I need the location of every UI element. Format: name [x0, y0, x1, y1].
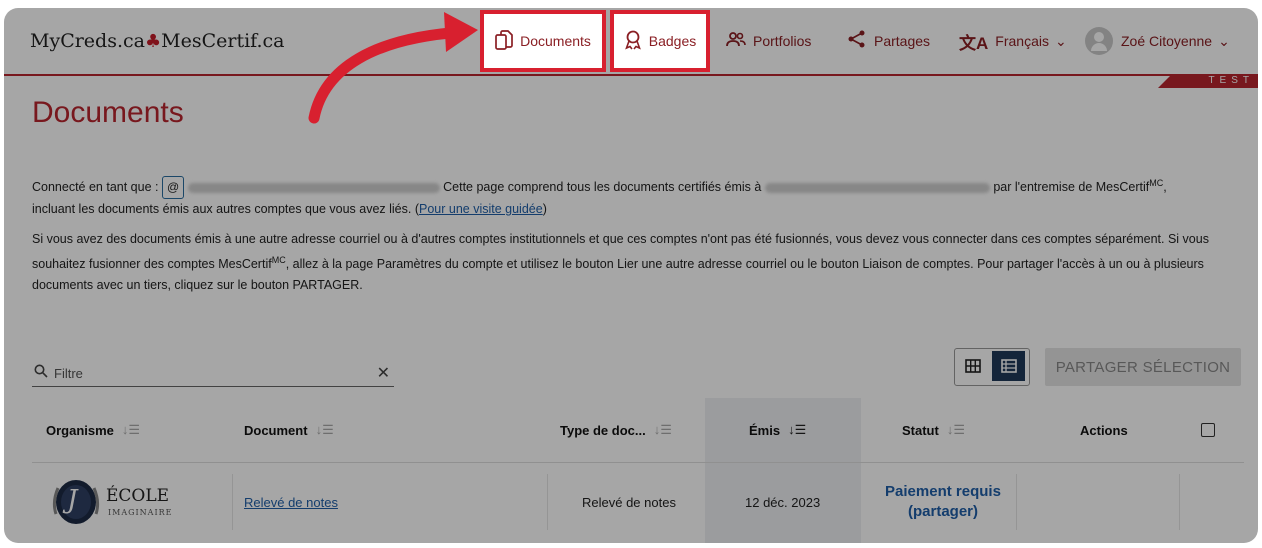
nav-documents-label: Documents: [520, 33, 591, 49]
intro-text: Cette page comprend tous les documents c…: [443, 180, 762, 195]
nav-badges[interactable]: Badges: [610, 10, 710, 72]
user-name: Zoé Citoyenne: [1121, 33, 1213, 49]
clear-filter-icon[interactable]: ✕: [377, 363, 390, 383]
guided-tour-link[interactable]: Pour une visite guidée: [419, 202, 543, 216]
status-badge[interactable]: Paiement requis (partager): [885, 482, 1001, 522]
column-divider: [547, 474, 548, 530]
nav-partages-label: Partages: [874, 33, 931, 49]
language-selector[interactable]: 文A Français ⌄: [959, 8, 1067, 74]
sort-icon: ↓☰: [653, 422, 672, 437]
column-divider: [1016, 474, 1017, 530]
chevron-down-icon: ⌄: [1054, 32, 1067, 49]
badge-icon: [624, 30, 642, 53]
header-emis-label: Émis: [749, 422, 781, 438]
view-toggle: [954, 348, 1030, 386]
site-logo[interactable]: MyCreds.ca♣MesCertif.ca: [30, 30, 285, 52]
header-type[interactable]: Type de doc... ↓☰: [560, 398, 672, 462]
header-document-label: Document: [244, 422, 308, 438]
redacted-email: [764, 182, 990, 193]
school-logo: J ÉCOLE IMAGINAIRE: [48, 474, 188, 530]
test-ribbon: TEST: [1158, 74, 1258, 88]
nav-portfolios-label: Portfolios: [753, 33, 812, 49]
page-title: Documents: [32, 96, 184, 129]
list-view-icon[interactable]: [992, 351, 1025, 381]
org-subname: IMAGINAIRE: [108, 508, 173, 517]
nav-partages[interactable]: Partages: [847, 8, 930, 74]
intro-text-end: par l'entremise de MesCertif: [993, 180, 1150, 195]
header-document[interactable]: Document ↓☰: [244, 398, 334, 462]
filter-input[interactable]: Filtre ✕: [32, 360, 394, 387]
documents-icon: [495, 29, 513, 53]
column-divider: [232, 474, 233, 530]
document-type: Relevé de notes: [582, 494, 676, 510]
status-line1: Paiement requis: [885, 483, 1001, 500]
at-badge: @: [161, 176, 185, 200]
sort-icon: ↓☰: [946, 422, 965, 437]
tutorial-arrow-icon: [308, 12, 478, 124]
sort-icon: ↓☰: [121, 422, 141, 437]
logo-text-left: MyCreds.ca: [30, 30, 145, 52]
sort-active-icon: ↓☰: [788, 422, 807, 437]
filter-placeholder: Filtre: [54, 366, 83, 381]
people-icon: [726, 31, 746, 52]
logo-initial: J: [67, 485, 78, 515]
header-organisme[interactable]: Organisme ↓☰: [46, 398, 140, 462]
issued-date: 12 déc. 2023: [745, 494, 821, 510]
nav-documents[interactable]: Documents: [480, 10, 606, 72]
intro-paragraph: Connecté en tant que : @ Cette page comp…: [32, 176, 1167, 217]
share-selection-button[interactable]: PARTAGER SÉLECTION: [1045, 348, 1241, 386]
header-actions-label: Actions: [1080, 422, 1128, 438]
user-menu[interactable]: Zoé Citoyenne ⌄: [1085, 8, 1230, 74]
merge-info-paragraph: Si vous avez des documents émis à une au…: [32, 229, 1237, 296]
nav-portfolios[interactable]: Portfolios: [726, 8, 811, 74]
maple-leaf-icon: ♣: [144, 31, 162, 52]
mc-superscript: MC: [271, 255, 286, 265]
language-label: Français: [995, 33, 1049, 49]
mc-superscript: MC: [1149, 178, 1164, 188]
sort-icon: ↓☰: [315, 422, 334, 437]
header-actions: Actions: [1080, 398, 1128, 462]
share-icon: [847, 29, 867, 54]
avatar: [1085, 27, 1113, 55]
header-emis[interactable]: Émis ↓☰: [749, 398, 806, 462]
search-icon: [34, 364, 48, 381]
header-type-label: Type de doc...: [560, 422, 646, 438]
browser-frame: MyCreds.ca♣MesCertif.ca Portfolios Parta…: [4, 8, 1258, 543]
chevron-down-icon: ⌄: [1218, 32, 1230, 49]
status-line2: (partager): [907, 503, 978, 520]
connected-as-label: Connecté en tant que :: [32, 180, 159, 195]
grid-view-icon[interactable]: [957, 351, 989, 381]
nav-badges-label: Badges: [648, 33, 697, 49]
logo-text-right: MesCertif.ca: [161, 30, 285, 52]
org-name: ÉCOLE: [106, 486, 170, 506]
redacted-email: [187, 182, 440, 193]
intro-text-line2: incluant les documents émis aux autres c…: [32, 202, 412, 217]
header-divider: [32, 462, 1244, 463]
column-divider: [1179, 474, 1180, 530]
header-statut-label: Statut: [902, 422, 939, 438]
select-all-checkbox[interactable]: [1201, 423, 1215, 437]
document-link[interactable]: Relevé de notes: [244, 495, 338, 510]
status-cell[interactable]: Paiement requis (partager): [876, 464, 1010, 540]
header-organisme-label: Organisme: [46, 422, 114, 438]
header-statut[interactable]: Statut ↓☰: [902, 398, 965, 462]
translate-icon: 文A: [959, 33, 989, 53]
